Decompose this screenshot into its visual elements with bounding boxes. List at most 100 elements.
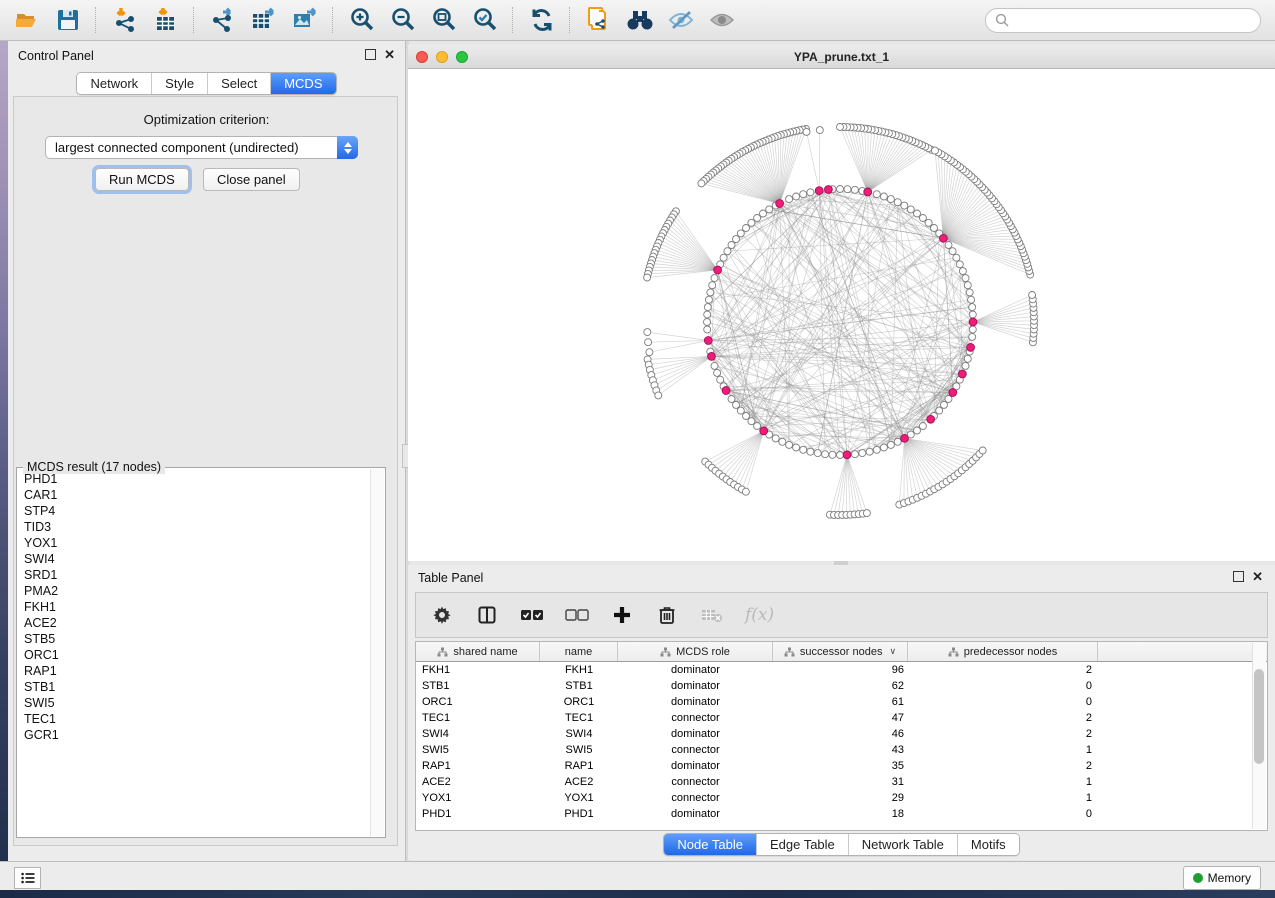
- column-header-successor-nodes[interactable]: successor nodes ∨: [773, 642, 908, 661]
- run-mcds-button[interactable]: Run MCDS: [95, 168, 189, 191]
- export-image-button[interactable]: [284, 3, 325, 37]
- mcds-result-item[interactable]: PMA2: [18, 583, 370, 599]
- export-network-button[interactable]: [202, 3, 243, 37]
- mcds-result-item[interactable]: YOX1: [18, 535, 370, 551]
- refresh-button[interactable]: [521, 3, 562, 37]
- mcds-result-item[interactable]: RAP1: [18, 663, 370, 679]
- float-panel-icon[interactable]: [365, 49, 376, 60]
- close-panel-icon[interactable]: ✕: [384, 50, 395, 59]
- zoom-selected-button[interactable]: [464, 3, 505, 37]
- show-columns-button[interactable]: [475, 603, 499, 627]
- table-cell: 2: [908, 712, 1098, 724]
- table-row[interactable]: SWI4SWI4dominator462: [416, 726, 1267, 742]
- memory-button[interactable]: Memory: [1183, 866, 1261, 890]
- network-node: [737, 407, 744, 414]
- table-row[interactable]: PHD1PHD1dominator180: [416, 806, 1267, 822]
- tab-network[interactable]: Network: [77, 73, 151, 94]
- table-settings-button[interactable]: [430, 603, 454, 627]
- tab-node-table[interactable]: Node Table: [664, 834, 756, 855]
- table-scrollbar-thumb[interactable]: [1254, 669, 1264, 764]
- import-network-button[interactable]: [104, 3, 145, 37]
- mcds-result-item[interactable]: GCR1: [18, 727, 370, 743]
- tab-network-table[interactable]: Network Table: [848, 834, 957, 855]
- table-row[interactable]: ORC1ORC1dominator610: [416, 694, 1267, 710]
- column-header-mcds-role[interactable]: MCDS role: [618, 642, 773, 661]
- search-input[interactable]: [1014, 12, 1251, 28]
- mcds-result-item[interactable]: TEC1: [18, 711, 370, 727]
- toolbar-separator: [569, 7, 571, 33]
- tab-style[interactable]: Style: [151, 73, 207, 94]
- zoom-out-button[interactable]: [382, 3, 423, 37]
- table-row[interactable]: YOX1YOX1connector291: [416, 790, 1267, 806]
- network-window-title: YPA_prune.txt_1: [408, 50, 1275, 64]
- function-builder-button[interactable]: f(x): [745, 605, 774, 625]
- network-node: [964, 355, 971, 362]
- mcds-result-item[interactable]: SWI4: [18, 551, 370, 567]
- network-node: [851, 451, 858, 458]
- network-canvas[interactable]: [408, 69, 1275, 561]
- close-panel-button[interactable]: Close panel: [203, 168, 300, 191]
- dominator-node: [714, 266, 722, 274]
- import-table-button[interactable]: [145, 3, 186, 37]
- binoculars-icon: [625, 7, 655, 33]
- select-all-rows-button[interactable]: [520, 603, 544, 627]
- mcds-result-item[interactable]: STB1: [18, 679, 370, 695]
- tab-mcds[interactable]: MCDS: [270, 73, 335, 94]
- delete-table-button[interactable]: [700, 603, 724, 627]
- mcds-result-list[interactable]: PHD1CAR1STP4TID3YOX1SWI4SRD1PMA2FKH1ACE2…: [18, 471, 370, 836]
- open-file-button[interactable]: [6, 3, 47, 37]
- deselect-all-rows-button[interactable]: [565, 603, 589, 627]
- column-header-predecessor-nodes[interactable]: predecessor nodes: [908, 642, 1098, 661]
- tab-edge-table[interactable]: Edge Table: [756, 834, 848, 855]
- network-node: [772, 435, 779, 442]
- table-cell: 1: [908, 776, 1098, 788]
- task-history-button[interactable]: [14, 867, 41, 889]
- network-node: [793, 444, 800, 451]
- export-table-button[interactable]: [243, 3, 284, 37]
- dominator-node: [722, 387, 730, 395]
- mcds-result-item[interactable]: PHD1: [18, 471, 370, 487]
- table-cell: dominator: [618, 664, 773, 676]
- network-node: [866, 448, 873, 455]
- table-row[interactable]: SWI5SWI5connector431: [416, 742, 1267, 758]
- node-table: shared name name MCDS role successor nod…: [415, 641, 1268, 831]
- optimization-criterion-label: Optimization criterion:: [8, 112, 405, 127]
- save-session-button[interactable]: [47, 3, 88, 37]
- tab-select[interactable]: Select: [207, 73, 270, 94]
- mcds-result-item[interactable]: SWI5: [18, 695, 370, 711]
- mcds-result-item[interactable]: FKH1: [18, 599, 370, 615]
- mcds-result-item[interactable]: SRD1: [18, 567, 370, 583]
- mcds-result-item[interactable]: STB5: [18, 631, 370, 647]
- share-document-button[interactable]: [578, 3, 619, 37]
- network-graph[interactable]: [408, 69, 1275, 561]
- mcds-result-item[interactable]: CAR1: [18, 487, 370, 503]
- table-row[interactable]: TEC1TEC1connector472: [416, 710, 1267, 726]
- mcds-result-item[interactable]: ACE2: [18, 615, 370, 631]
- delete-column-button[interactable]: [655, 603, 679, 627]
- table-row[interactable]: FKH1FKH1dominator962: [416, 662, 1267, 678]
- zoom-in-button[interactable]: [341, 3, 382, 37]
- add-column-button[interactable]: [610, 603, 634, 627]
- desktop-wallpaper-bottom: [0, 890, 1275, 898]
- float-table-panel-icon[interactable]: [1233, 571, 1244, 582]
- close-table-panel-icon[interactable]: ✕: [1252, 572, 1263, 581]
- table-scrollbar[interactable]: [1252, 643, 1266, 829]
- mcds-result-item[interactable]: TID3: [18, 519, 370, 535]
- show-panel-button[interactable]: [701, 3, 742, 37]
- column-header-name[interactable]: name: [540, 642, 618, 661]
- search-box[interactable]: [985, 8, 1261, 33]
- table-cell: connector: [618, 712, 773, 724]
- column-header-shared-name[interactable]: shared name: [416, 642, 540, 661]
- table-row[interactable]: RAP1RAP1dominator352: [416, 758, 1267, 774]
- search-network-button[interactable]: [619, 3, 660, 37]
- hide-panel-button[interactable]: [660, 3, 701, 37]
- mcds-result-item[interactable]: ORC1: [18, 647, 370, 663]
- table-row[interactable]: ACE2ACE2connector311: [416, 774, 1267, 790]
- zoom-fit-button[interactable]: [423, 3, 464, 37]
- tab-motifs[interactable]: Motifs: [957, 834, 1019, 855]
- optimization-criterion-select[interactable]: largest connected component (undirected): [45, 136, 358, 159]
- mcds-result-item[interactable]: STP4: [18, 503, 370, 519]
- mcds-result-scrollbar[interactable]: [370, 469, 384, 836]
- network-window-titlebar[interactable]: YPA_prune.txt_1: [408, 45, 1275, 69]
- table-row[interactable]: STB1STB1dominator620: [416, 678, 1267, 694]
